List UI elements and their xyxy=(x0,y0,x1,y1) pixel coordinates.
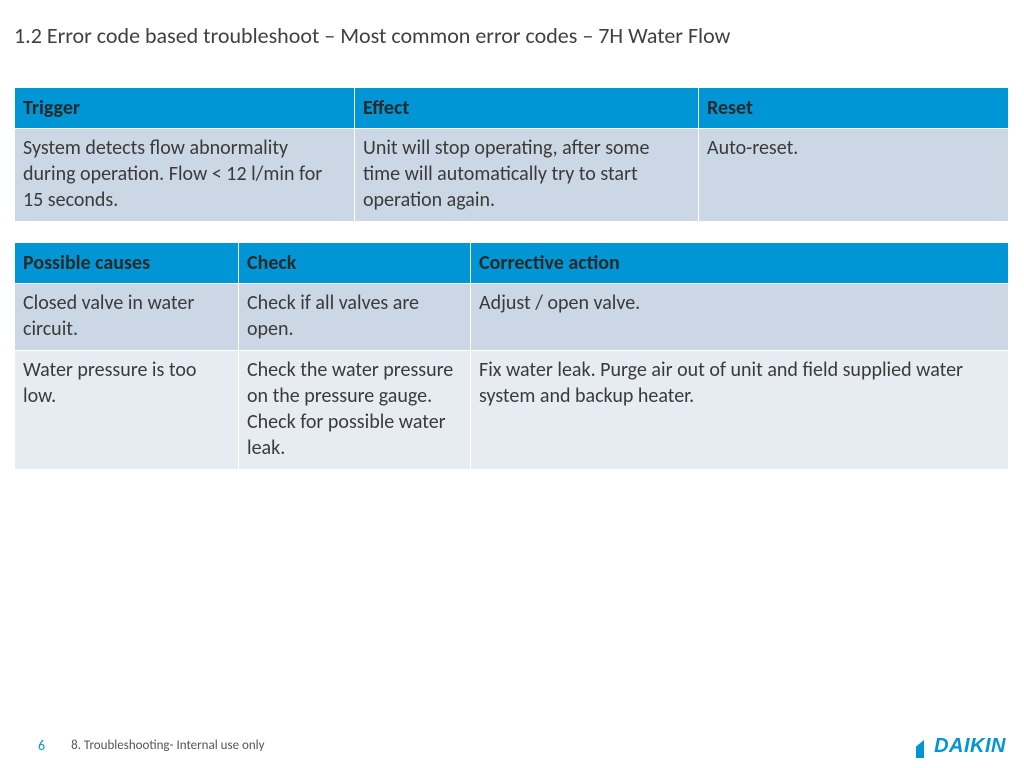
cell-action: Adjust / open valve. xyxy=(471,284,1009,351)
cell-effect: Unit will stop operating, after some tim… xyxy=(355,129,699,222)
daikin-logo: DAIKIN xyxy=(902,735,1006,758)
cell-check: Check if all valves are open. xyxy=(239,284,471,351)
col-effect: Effect xyxy=(355,88,699,129)
col-action: Corrective action xyxy=(471,243,1009,284)
cell-check: Check the water pressure on the pressure… xyxy=(239,351,471,470)
cell-action: Fix water leak. Purge air out of unit an… xyxy=(471,351,1009,470)
col-causes: Possible causes xyxy=(15,243,239,284)
trigger-effect-reset-table: Trigger Effect Reset System detects flow… xyxy=(14,87,1009,222)
table-row: System detects flow abnormality during o… xyxy=(15,129,1009,222)
page-title: 1.2 Error code based troubleshoot – Most… xyxy=(14,22,1010,49)
cell-reset: Auto-reset. xyxy=(699,129,1009,222)
col-check: Check xyxy=(239,243,471,284)
cell-trigger: System detects flow abnormality during o… xyxy=(15,129,355,222)
slide-body: 1.2 Error code based troubleshoot – Most… xyxy=(0,0,1024,470)
causes-check-action-table: Possible causes Check Corrective action … xyxy=(14,242,1009,470)
table-row: Closed valve in water circuit. Check if … xyxy=(15,284,1009,351)
brand-text: DAIKIN xyxy=(934,735,1006,758)
footer-note: 8. Troubleshooting- Internal use only xyxy=(71,738,264,753)
cell-cause: Water pressure is too low. xyxy=(15,351,239,470)
page-number: 6 xyxy=(38,737,45,754)
col-reset: Reset xyxy=(699,88,1009,129)
daikin-swoosh-icon xyxy=(902,738,928,758)
col-trigger: Trigger xyxy=(15,88,355,129)
cell-cause: Closed valve in water circuit. xyxy=(15,284,239,351)
table-row: Water pressure is too low. Check the wat… xyxy=(15,351,1009,470)
footer: 6 8. Troubleshooting- Internal use only xyxy=(0,737,1024,754)
